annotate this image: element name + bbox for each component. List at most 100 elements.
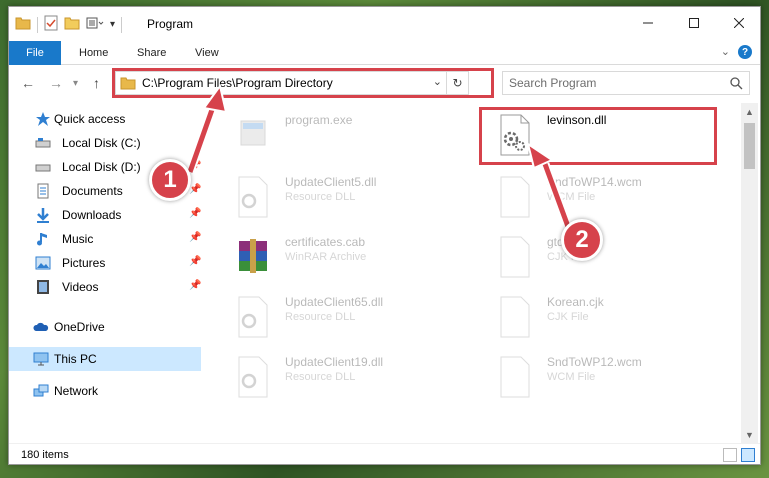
sidebar-item-quick-access[interactable]: Quick access [9,107,201,131]
file-list: program.exe levinson.dll UpdateClient5.d… [213,103,739,443]
sidebar-item-label: Quick access [54,112,126,126]
title-bar: ▾ Program [9,7,760,39]
sidebar-item-pictures[interactable]: Pictures 📌 [9,251,201,275]
scroll-down-icon[interactable]: ▼ [741,426,758,443]
sidebar-item-local-disk-c[interactable]: Local Disk (C:) [9,131,201,155]
file-name: program.exe [285,113,353,127]
chevron-down-icon[interactable]: ▾ [110,19,115,30]
drive-icon [35,138,51,148]
music-icon [37,233,47,246]
pin-icon: 📌 [189,232,202,243]
file-name: UpdateClient19.dll [285,355,384,369]
folder-icon[interactable] [15,16,31,33]
search-placeholder: Search Program [509,76,597,90]
file-type: Resource DLL [285,191,356,203]
cloud-icon [33,322,49,331]
toolbar-divider [37,16,38,33]
file-name: certificates.cab [285,235,366,249]
file-type: Resource DLL [285,311,356,323]
scroll-up-icon[interactable]: ▲ [741,103,758,120]
sidebar-item-downloads[interactable]: Downloads 📌 [9,203,201,227]
vertical-scrollbar[interactable]: ▲ ▼ [741,103,758,443]
documents-icon [37,183,49,199]
properties-icon[interactable] [44,15,58,34]
file-type: Resource DLL [285,371,356,383]
tab-home[interactable]: Home [79,47,108,59]
file-name: UpdateClient65.dll [285,295,384,309]
pin-icon: 📌 [189,160,202,171]
large-icons-view-icon[interactable] [741,448,755,462]
tab-view[interactable]: View [195,47,219,59]
file-type: CJK File [547,311,589,323]
sidebar-item-label: Local Disk (D:) [62,160,141,174]
sidebar-item-label: Documents [62,184,123,198]
close-button[interactable] [716,7,760,39]
details-view-icon[interactable] [723,448,737,462]
back-button[interactable]: ← [21,75,35,91]
file-icon [500,296,530,338]
file-type: WCM File [547,371,596,383]
sidebar-item-label: Downloads [62,208,122,222]
file-icon [500,176,530,218]
sidebar-item-label: Local Disk (C:) [62,136,141,150]
dll-file-icon [238,176,268,218]
customize-icon[interactable] [86,16,104,33]
sidebar-item-music[interactable]: Music 📌 [9,227,201,251]
file-type: WinRAR Archive [285,251,367,263]
file-type: WCM File [547,191,596,203]
maximize-icon [689,18,699,28]
help-button[interactable]: ? [738,45,752,59]
file-korean-cjk[interactable]: Korean.cjk CJK File [475,289,715,347]
close-icon [734,18,744,28]
star-icon [36,112,50,126]
toolbar-divider [121,16,123,33]
minimize-button[interactable] [625,7,671,39]
file-certificates-cab[interactable]: certificates.cab WinRAR Archive [213,229,453,287]
sidebar-item-label: Network [54,384,99,398]
file-sndtowp12-wcm[interactable]: SndToWP12.wcm WCM File [475,349,715,407]
minimize-icon [643,22,653,24]
ribbon-tabs: File Home Share View ⌄ ? [9,39,760,65]
forward-button[interactable]: → [49,75,63,91]
maximize-button[interactable] [671,7,717,39]
recent-locations-icon[interactable]: ▾ [73,78,78,89]
sidebar-item-this-pc[interactable]: This PC [9,347,201,371]
tab-file[interactable]: File [9,41,61,65]
file-name: UpdateClient5.dll [285,175,377,189]
new-folder-icon[interactable] [64,16,80,33]
up-button[interactable]: ↑ [93,75,100,91]
dll-file-icon [238,356,268,398]
winrar-archive-icon [239,239,267,273]
search-icon [730,76,743,89]
file-updateclient19-dll[interactable]: UpdateClient19.dll Resource DLL [213,349,453,407]
file-highlight-box [479,107,717,165]
file-icon [500,236,530,278]
drive-icon [35,164,51,172]
sidebar-item-videos[interactable]: Videos 📌 [9,275,201,299]
sidebar-item-network[interactable]: Network [9,379,201,403]
file-name: Korean.cjk [547,295,604,309]
expand-ribbon-icon[interactable]: ⌄ [721,45,730,58]
file-updateclient65-dll[interactable]: UpdateClient65.dll Resource DLL [213,289,453,347]
callout-2: 2 [561,219,603,261]
explorer-window: ▾ Program File Home Share View ⌄ ? ← → ▾… [8,6,761,465]
sidebar-item-label: Pictures [62,256,106,270]
file-sndtowp14-wcm[interactable]: SndToWP14.wcm WCM File [475,169,715,227]
pin-icon: 📌 [189,184,202,195]
file-updateclient5-dll[interactable]: UpdateClient5.dll Resource DLL [213,169,453,227]
address-highlight-box [112,68,494,98]
file-program-exe[interactable]: program.exe [213,107,453,165]
sidebar-item-onedrive[interactable]: OneDrive [9,315,201,339]
pin-icon: 📌 [189,280,202,291]
file-name: SndToWP12.wcm [547,355,642,369]
navigation-pane: Quick access Local Disk (C:) Local Disk … [9,103,209,443]
videos-icon [37,280,49,294]
sidebar-item-label: OneDrive [54,320,105,334]
item-count: 180 items [21,449,69,461]
scroll-thumb[interactable] [744,123,755,169]
status-bar: 180 items [9,443,760,464]
tab-share[interactable]: Share [137,47,166,59]
sidebar-item-label: Videos [62,280,99,294]
search-input[interactable]: Search Program [502,71,750,95]
network-icon [33,384,49,397]
